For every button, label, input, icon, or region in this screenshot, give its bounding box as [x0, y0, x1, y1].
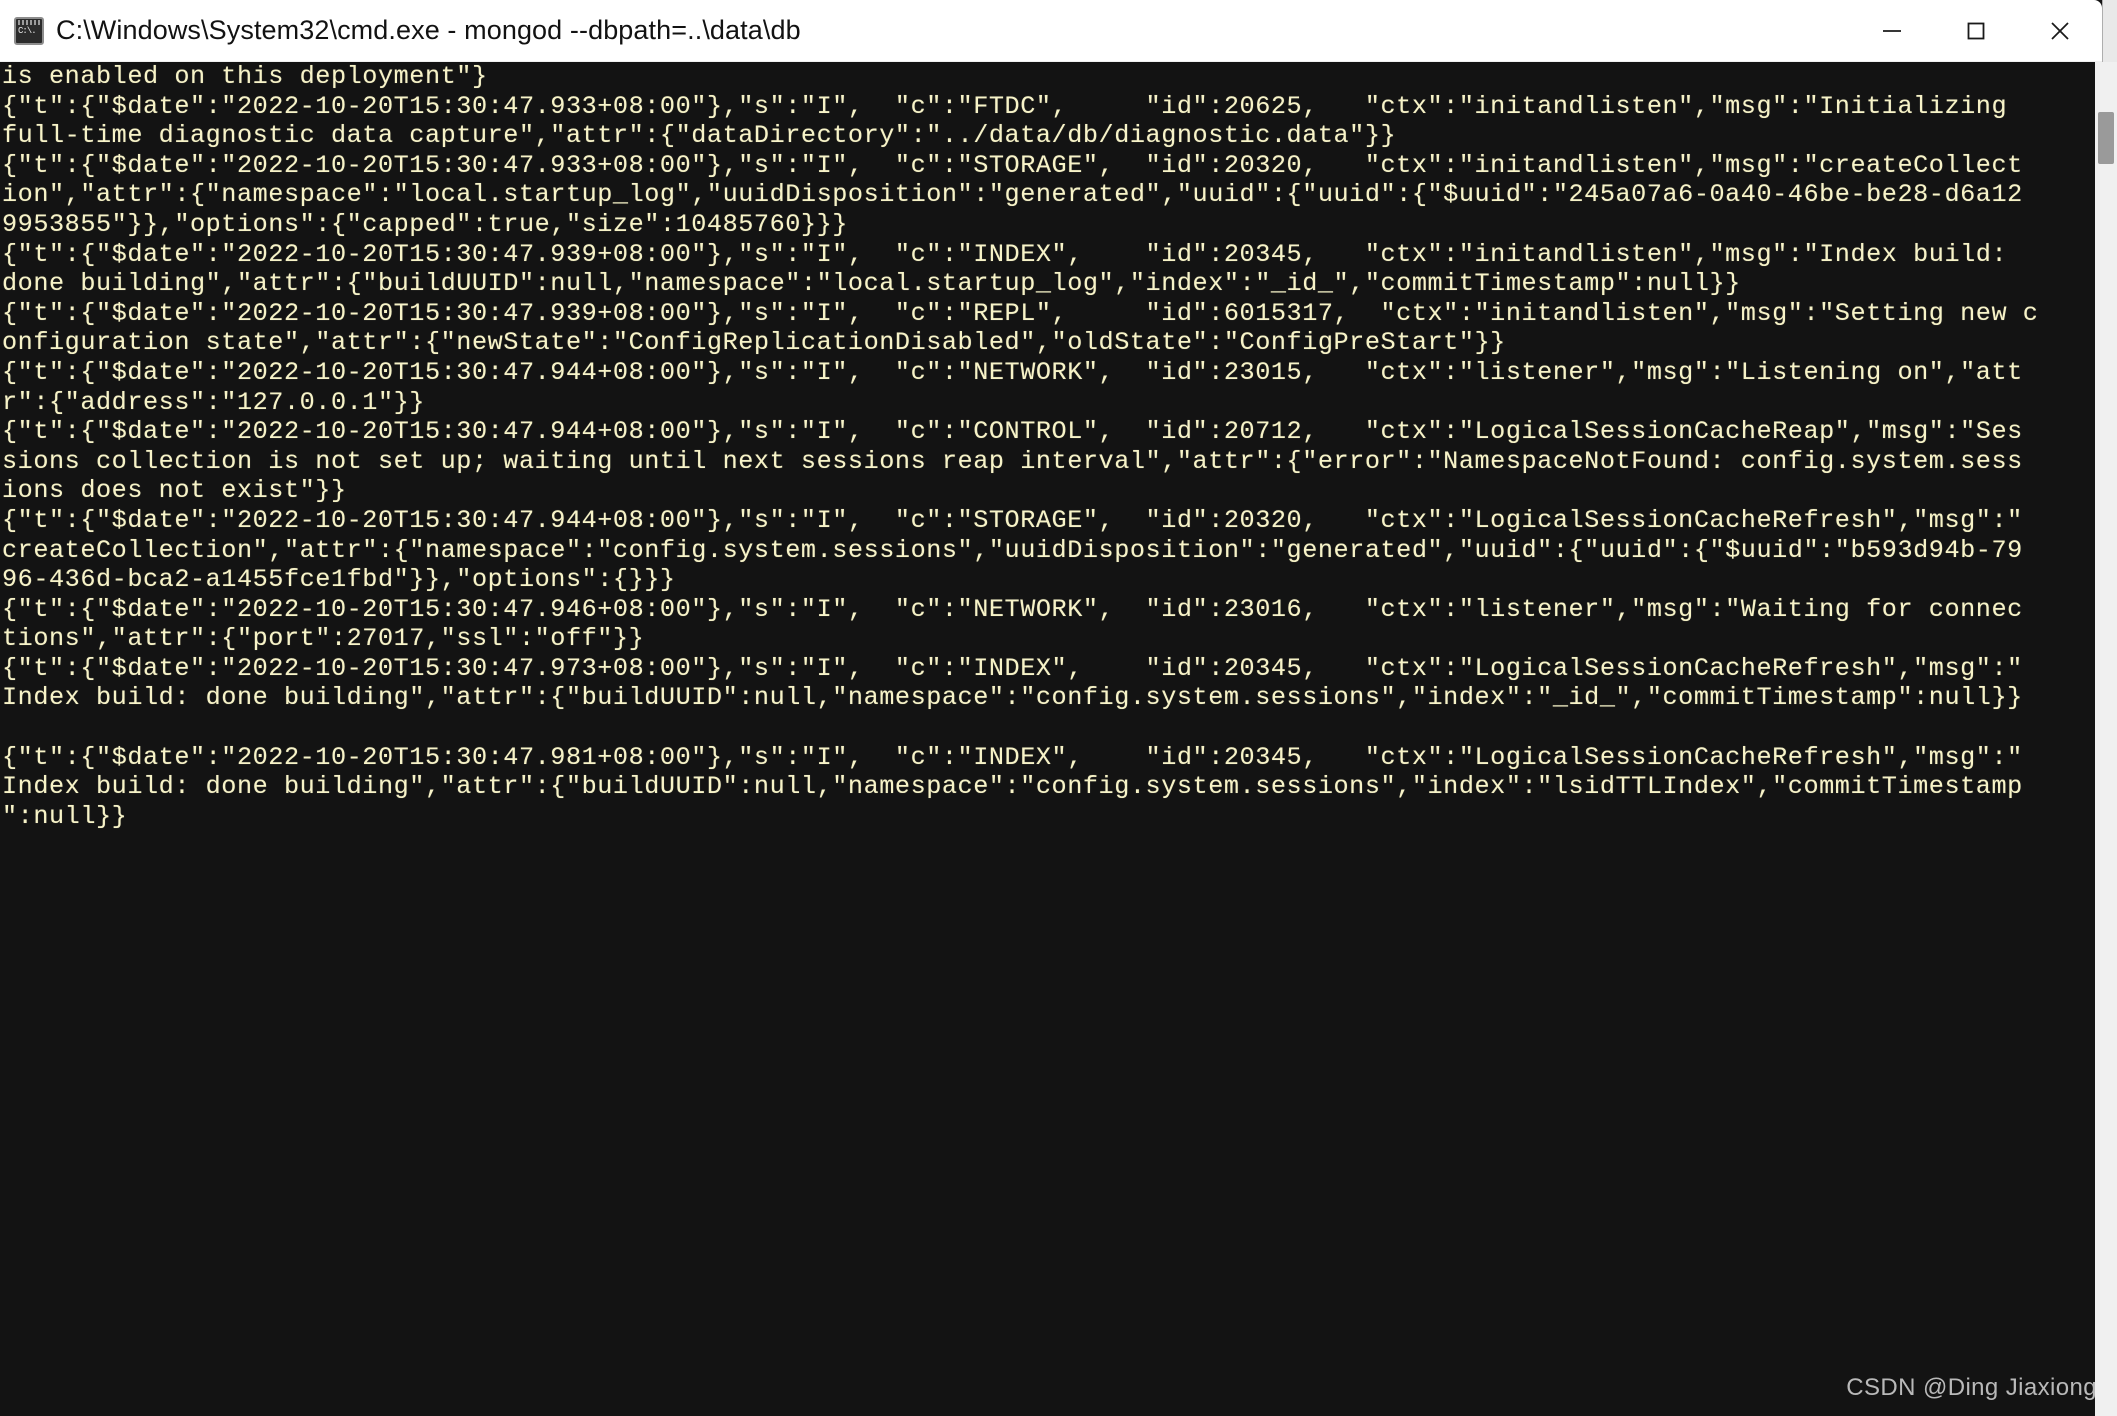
minimize-button[interactable]	[1850, 0, 1934, 62]
close-button[interactable]	[2018, 0, 2102, 62]
window-title: C:\Windows\System32\cmd.exe - mongod --d…	[56, 15, 801, 45]
console-output-area[interactable]: is enabled on this deployment"} {"t":{"$…	[0, 62, 2102, 1416]
console-log-text: is enabled on this deployment"} {"t":{"$…	[2, 62, 2039, 831]
window-titlebar[interactable]: C:\Windows\System32\cmd.exe - mongod --d…	[0, 0, 2102, 62]
cmd-console-window: C:\Windows\System32\cmd.exe - mongod --d…	[0, 0, 2102, 1416]
console-scrollbar[interactable]	[2095, 62, 2117, 1416]
window-controls	[1850, 0, 2102, 62]
csdn-watermark: CSDN @Ding Jiaxiong	[1846, 1374, 2097, 1401]
cmd-console-icon	[14, 16, 44, 45]
maximize-button[interactable]	[1934, 0, 2018, 62]
console-scrollbar-thumb[interactable]	[2098, 112, 2114, 164]
